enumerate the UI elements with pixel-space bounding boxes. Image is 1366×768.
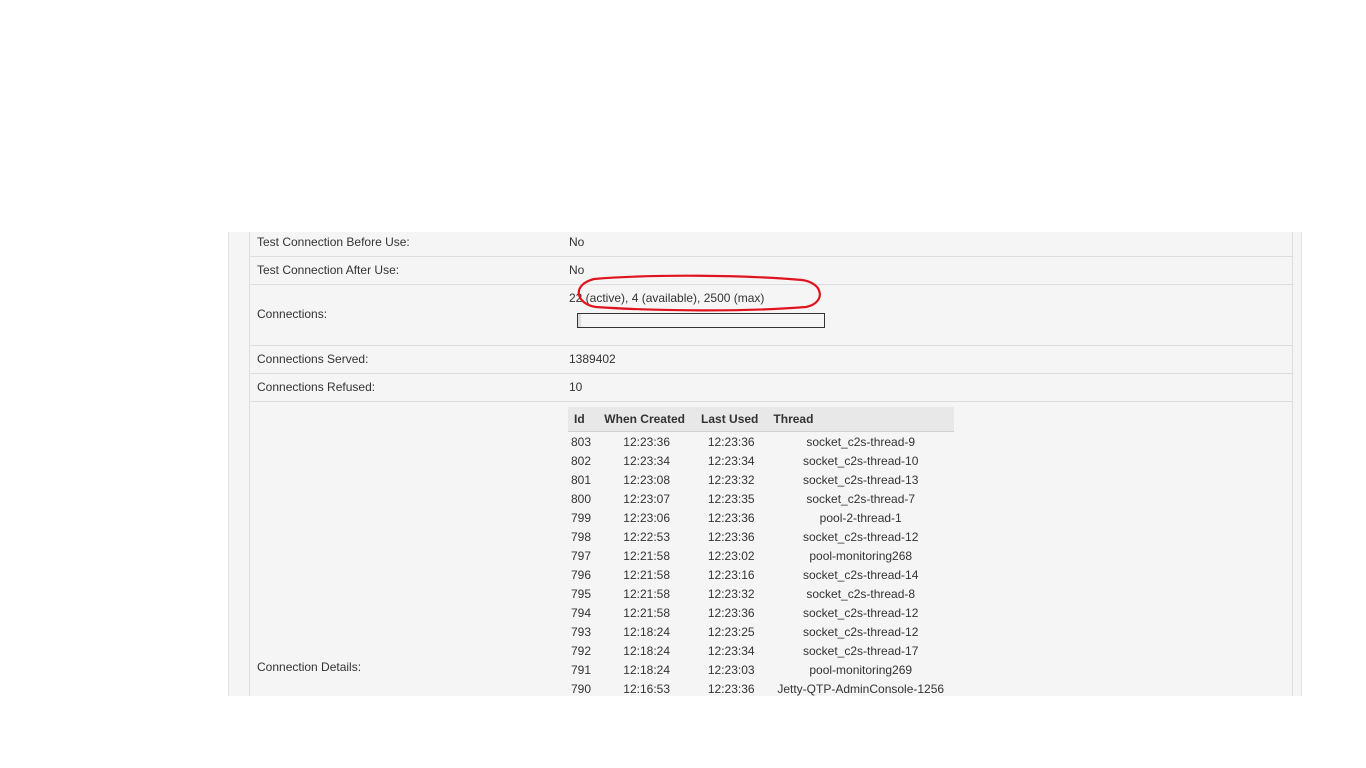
table-row: 791 12:18:24 12:23:03 pool-monitoring269	[568, 660, 954, 679]
cell-last-used: 12:23:36	[707, 434, 755, 449]
cell-thread: socket_c2s-thread-12	[803, 624, 919, 639]
connections-usage-fill	[578, 314, 581, 327]
test-before-label: Test Connection Before Use:	[257, 235, 410, 249]
cell-last-used: 12:23:16	[707, 567, 755, 582]
table-row: 790 12:16:53 12:23:36 Jetty-QTP-AdminConsol…	[568, 679, 954, 696]
table-row: 793 12:18:24 12:23:25 socket_c2s-thread-12	[568, 622, 954, 641]
cell-thread: pool-monitoring269	[809, 662, 913, 677]
cell-id: 792	[571, 643, 592, 658]
table-row: 802 12:23:34 12:23:34 socket_c2s-thread-10	[568, 451, 954, 470]
red-annotation-circle	[577, 274, 821, 312]
cell-id: 791	[571, 662, 592, 677]
cell-when-created: 12:23:36	[623, 434, 671, 449]
cell-when-created: 12:22:53	[623, 529, 671, 544]
row-refused: Connections Refused: 10	[250, 374, 1292, 402]
cell-thread: socket_c2s-thread-12	[803, 605, 919, 620]
cell-when-created: 12:23:07	[623, 491, 671, 506]
cell-id: 797	[571, 548, 592, 563]
header-id: Id	[568, 407, 599, 432]
cell-id: 790	[571, 681, 592, 696]
cell-id: 796	[571, 567, 592, 582]
cell-thread: socket_c2s-thread-7	[806, 491, 916, 506]
table-header-row: Id When Created Last Used Thread	[568, 407, 954, 432]
cell-when-created: 12:18:24	[623, 643, 671, 658]
test-after-value: No	[569, 263, 585, 277]
details-label: Connection Details:	[257, 660, 362, 674]
cell-thread: socket_c2s-thread-8	[806, 586, 916, 601]
connections-usage-bar	[577, 313, 825, 328]
cell-last-used: 12:23:36	[707, 605, 755, 620]
table-row: 797 12:21:58 12:23:02 pool-monitoring268	[568, 546, 954, 565]
refused-value: 10	[569, 380, 583, 394]
cell-id: 803	[571, 434, 592, 449]
page: Test Connection Before Use: No Test Conn…	[0, 0, 1366, 768]
cell-id: 798	[571, 529, 592, 544]
cell-thread: pool-monitoring268	[809, 548, 913, 563]
cell-id: 799	[571, 510, 592, 525]
connection-pool-panel: Test Connection Before Use: No Test Conn…	[228, 232, 1302, 696]
cell-last-used: 12:23:36	[707, 529, 755, 544]
cell-id: 802	[571, 453, 592, 468]
connection-details-table: Id When Created Last Used Thread 803 12:2…	[568, 407, 954, 696]
cell-thread: socket_c2s-thread-14	[803, 567, 919, 582]
cell-last-used: 12:23:36	[707, 681, 755, 696]
served-value: 1389402	[569, 352, 616, 366]
cell-last-used: 12:23:32	[707, 586, 755, 601]
cell-when-created: 12:21:58	[623, 548, 671, 563]
cell-thread: socket_c2s-thread-13	[803, 472, 919, 487]
cell-last-used: 12:23:35	[707, 491, 755, 506]
cell-last-used: 12:23:34	[707, 453, 755, 468]
table-row: 800 12:23:07 12:23:35 socket_c2s-thread-7	[568, 489, 954, 508]
header-last-used: Last Used	[695, 407, 768, 432]
table-row: 803 12:23:36 12:23:36 socket_c2s-thread-9	[568, 432, 954, 452]
cell-thread: socket_c2s-thread-10	[803, 453, 919, 468]
table-row: 792 12:18:24 12:23:34 socket_c2s-thread-17	[568, 641, 954, 660]
header-when-created: When Created	[598, 407, 696, 432]
table-row: 794 12:21:58 12:23:36 socket_c2s-thread-12	[568, 603, 954, 622]
cell-when-created: 12:18:24	[623, 624, 671, 639]
test-before-value: No	[569, 235, 585, 249]
test-after-label: Test Connection After Use:	[257, 263, 400, 277]
header-thread: Thread	[767, 407, 954, 432]
table-row: 796 12:21:58 12:23:16 socket_c2s-thread-14	[568, 565, 954, 584]
cell-when-created: 12:16:53	[623, 681, 671, 696]
cell-id: 794	[571, 605, 592, 620]
cell-when-created: 12:23:34	[623, 453, 671, 468]
cell-last-used: 12:23:03	[707, 662, 755, 677]
cell-thread: Jetty-QTP-AdminConsole-1256	[777, 681, 945, 696]
properties-table: Test Connection Before Use: No Test Conn…	[249, 232, 1293, 696]
cell-id: 793	[571, 624, 592, 639]
cell-last-used: 12:23:02	[707, 548, 755, 563]
table-row: 799 12:23:06 12:23:36 pool-2-thread-1	[568, 508, 954, 527]
cell-thread: socket_c2s-thread-9	[806, 434, 916, 449]
cell-id: 800	[571, 491, 592, 506]
refused-label: Connections Refused:	[257, 380, 376, 394]
connections-label: Connections:	[257, 307, 328, 321]
cell-when-created: 12:23:06	[623, 510, 671, 525]
cell-last-used: 12:23:32	[707, 472, 755, 487]
table-row: 798 12:22:53 12:23:36 socket_c2s-thread-12	[568, 527, 954, 546]
cell-last-used: 12:23:36	[707, 510, 755, 525]
cell-when-created: 12:21:58	[623, 605, 671, 620]
cell-when-created: 12:21:58	[623, 567, 671, 582]
cell-when-created: 12:21:58	[623, 586, 671, 601]
row-test-before: Test Connection Before Use: No	[250, 232, 1292, 257]
cell-id: 801	[571, 472, 592, 487]
table-row: 795 12:21:58 12:23:32 socket_c2s-thread-8	[568, 584, 954, 603]
table-row: 801 12:23:08 12:23:32 socket_c2s-thread-13	[568, 470, 954, 489]
cell-when-created: 12:23:08	[623, 472, 671, 487]
cell-thread: socket_c2s-thread-12	[803, 529, 919, 544]
cell-thread: socket_c2s-thread-17	[803, 643, 919, 658]
cell-when-created: 12:18:24	[623, 662, 671, 677]
cell-last-used: 12:23:25	[707, 624, 755, 639]
cell-thread: pool-2-thread-1	[819, 510, 902, 525]
served-label: Connections Served:	[257, 352, 369, 366]
row-served: Connections Served: 1389402	[250, 346, 1292, 374]
cell-id: 795	[571, 586, 592, 601]
cell-last-used: 12:23:34	[707, 643, 755, 658]
